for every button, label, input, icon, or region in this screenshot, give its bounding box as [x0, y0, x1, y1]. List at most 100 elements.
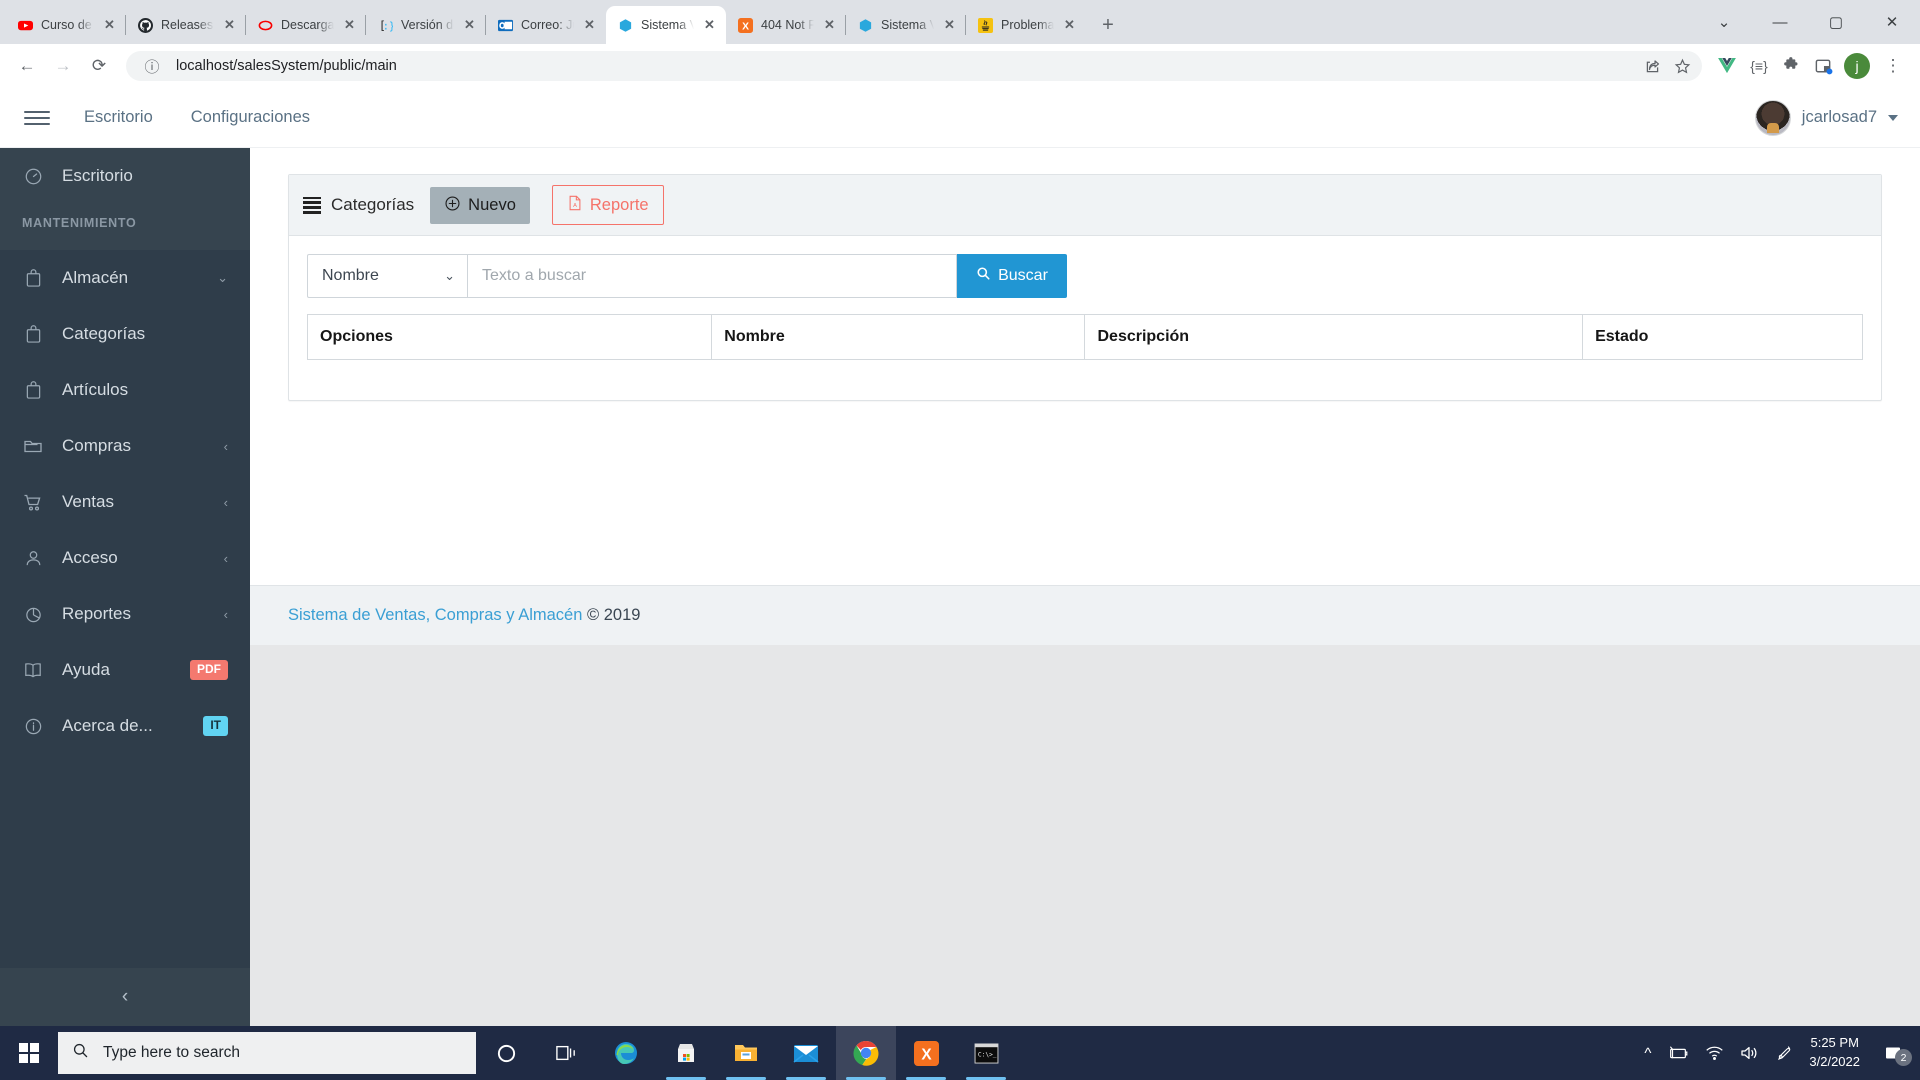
url-text: localhost/salesSystem/public/main: [176, 58, 397, 74]
reload-icon[interactable]: ⟳: [82, 49, 116, 83]
nav-link-configuraciones[interactable]: Configuraciones: [191, 108, 310, 127]
extensions-puzzle-icon[interactable]: [1776, 51, 1806, 81]
column-header-opciones[interactable]: Opciones: [306, 314, 713, 361]
volume-icon[interactable]: [1740, 1045, 1760, 1061]
sidebar-item-compras[interactable]: Compras ‹: [0, 418, 250, 474]
edge-icon[interactable]: [596, 1026, 656, 1080]
close-icon[interactable]: ✕: [341, 17, 358, 34]
sidebar-item-almacen[interactable]: Almacén ⌄: [0, 250, 250, 306]
svg-text:A: A: [573, 203, 577, 209]
footer-link[interactable]: Sistema de Ventas, Compras y Almacén: [288, 606, 582, 624]
browser-tab-active[interactable]: Sistema Ventas ✕: [606, 6, 726, 44]
maximize-button[interactable]: ▢: [1808, 0, 1864, 44]
wifi-icon[interactable]: [1705, 1045, 1724, 1061]
chevron-down-icon: ⌄: [444, 268, 455, 284]
new-button-label: Nuevo: [468, 196, 516, 214]
sidebar-toggle-icon[interactable]: [24, 110, 50, 125]
bookmark-star-icon[interactable]: [1668, 52, 1696, 80]
app-hexagon-icon: [617, 17, 634, 34]
cortana-icon[interactable]: [476, 1026, 536, 1080]
browser-tab[interactable]: X 404 Not Found ✕: [726, 6, 846, 44]
chevron-down-icon: ⌄: [217, 270, 228, 285]
browser-tab[interactable]: Releases · core ✕: [125, 6, 246, 44]
sidebar-item-acceso[interactable]: Acceso ‹: [0, 530, 250, 586]
split-screen-icon[interactable]: [1808, 51, 1838, 81]
sidebar-item-reportes[interactable]: Reportes ‹: [0, 586, 250, 642]
nav-link-escritorio[interactable]: Escritorio: [84, 108, 153, 127]
browser-tab[interactable]: Problemas con ✕: [965, 6, 1086, 44]
column-header-estado[interactable]: Estado: [1582, 314, 1863, 361]
back-icon[interactable]: ←: [10, 49, 44, 83]
browser-menu-icon[interactable]: ⋮: [1876, 49, 1910, 83]
close-icon[interactable]: ✕: [581, 17, 598, 34]
close-icon[interactable]: ✕: [821, 17, 838, 34]
sidebar-item-categorias[interactable]: Categorías: [0, 306, 250, 362]
start-button[interactable]: [0, 1026, 58, 1080]
close-icon[interactable]: ✕: [221, 17, 238, 34]
close-icon[interactable]: ✕: [701, 17, 718, 34]
new-button[interactable]: Nuevo: [430, 186, 530, 224]
sidebar-item-ayuda[interactable]: Ayuda PDF: [0, 642, 250, 698]
share-icon[interactable]: [1638, 52, 1666, 80]
pie-icon: [22, 605, 44, 624]
file-explorer-icon[interactable]: [716, 1026, 776, 1080]
search-input[interactable]: Texto a buscar: [467, 254, 957, 299]
user-menu[interactable]: jcarlosad7: [1754, 99, 1898, 136]
browser-tab[interactable]: Curso de Reac ✕: [6, 6, 126, 44]
notification-center-button[interactable]: 2: [1876, 1044, 1912, 1066]
report-button[interactable]: A Reporte: [551, 185, 664, 226]
outlook-icon: [497, 17, 514, 34]
close-window-button[interactable]: ✕: [1864, 0, 1920, 44]
svg-text:C:\>_: C:\>_: [977, 1051, 996, 1058]
youtube-icon: [17, 17, 34, 34]
profile-avatar[interactable]: j: [1844, 53, 1870, 79]
site-info-icon[interactable]: ⓘ: [138, 52, 166, 80]
search-button[interactable]: Buscar: [957, 254, 1067, 299]
microsoft-store-icon[interactable]: [656, 1026, 716, 1080]
tab-title: Curso de Reac: [41, 18, 94, 32]
box-icon: [22, 324, 44, 344]
sidebar-item-articulos[interactable]: Artículos: [0, 362, 250, 418]
address-bar[interactable]: ⓘ localhost/salesSystem/public/main: [126, 51, 1702, 81]
vue-devtools-icon[interactable]: [1712, 51, 1742, 81]
chevron-left-icon: ‹: [223, 606, 228, 622]
chrome-icon[interactable]: [836, 1026, 896, 1080]
mail-icon[interactable]: [776, 1026, 836, 1080]
pdf-file-icon: A: [567, 194, 583, 216]
clock-date: 3/2/2022: [1809, 1054, 1860, 1069]
command-prompt-icon[interactable]: C:\>_: [956, 1026, 1016, 1080]
browser-tab[interactable]: Descargas de J ✕: [245, 6, 366, 44]
search-field-select[interactable]: Nombre ⌄: [307, 254, 467, 299]
sidebar-item-acerca-de[interactable]: Acerca de... IT: [0, 698, 250, 754]
minimize-button[interactable]: —: [1752, 0, 1808, 44]
browser-tab[interactable]: [:} Versión de Apa ✕: [365, 6, 486, 44]
task-view-icon[interactable]: [536, 1026, 596, 1080]
tab-search-icon[interactable]: ⌄: [1696, 0, 1752, 44]
taskbar-clock[interactable]: 5:25 PM 3/2/2022: [1809, 1034, 1860, 1072]
close-icon[interactable]: ✕: [941, 17, 958, 34]
status-badge: PDF: [190, 660, 228, 680]
taskbar-search[interactable]: Type here to search: [58, 1032, 476, 1074]
close-icon[interactable]: ✕: [1061, 17, 1078, 34]
tab-title: 404 Not Found: [761, 18, 814, 32]
sidebar-item-ventas[interactable]: Ventas ‹: [0, 474, 250, 530]
column-header-nombre[interactable]: Nombre: [711, 314, 1086, 361]
chevron-left-icon: ‹: [223, 438, 228, 454]
show-hidden-icons-button[interactable]: ^: [1644, 1045, 1651, 1062]
status-badge: IT: [203, 716, 228, 736]
json-viewer-icon[interactable]: {≡}: [1744, 51, 1774, 81]
sidebar-collapse-button[interactable]: ‹: [0, 968, 250, 1026]
close-icon[interactable]: ✕: [101, 17, 118, 34]
xampp-icon[interactable]: X: [896, 1026, 956, 1080]
new-tab-button[interactable]: +: [1093, 10, 1123, 40]
forward-icon[interactable]: →: [46, 49, 80, 83]
tab-title: Sistema Ventas: [881, 18, 934, 32]
sidebar-item-escritorio[interactable]: Escritorio: [0, 148, 250, 204]
browser-tabstrip: Curso de Reac ✕ Releases · core ✕ Descar…: [0, 0, 1920, 44]
battery-charging-icon[interactable]: [1667, 1045, 1689, 1061]
browser-tab[interactable]: Correo: Juan C ✕: [485, 6, 606, 44]
pen-icon[interactable]: [1776, 1045, 1793, 1062]
browser-tab[interactable]: Sistema Ventas ✕: [845, 6, 966, 44]
close-icon[interactable]: ✕: [461, 17, 478, 34]
column-header-descripcion[interactable]: Descripción: [1084, 314, 1584, 361]
